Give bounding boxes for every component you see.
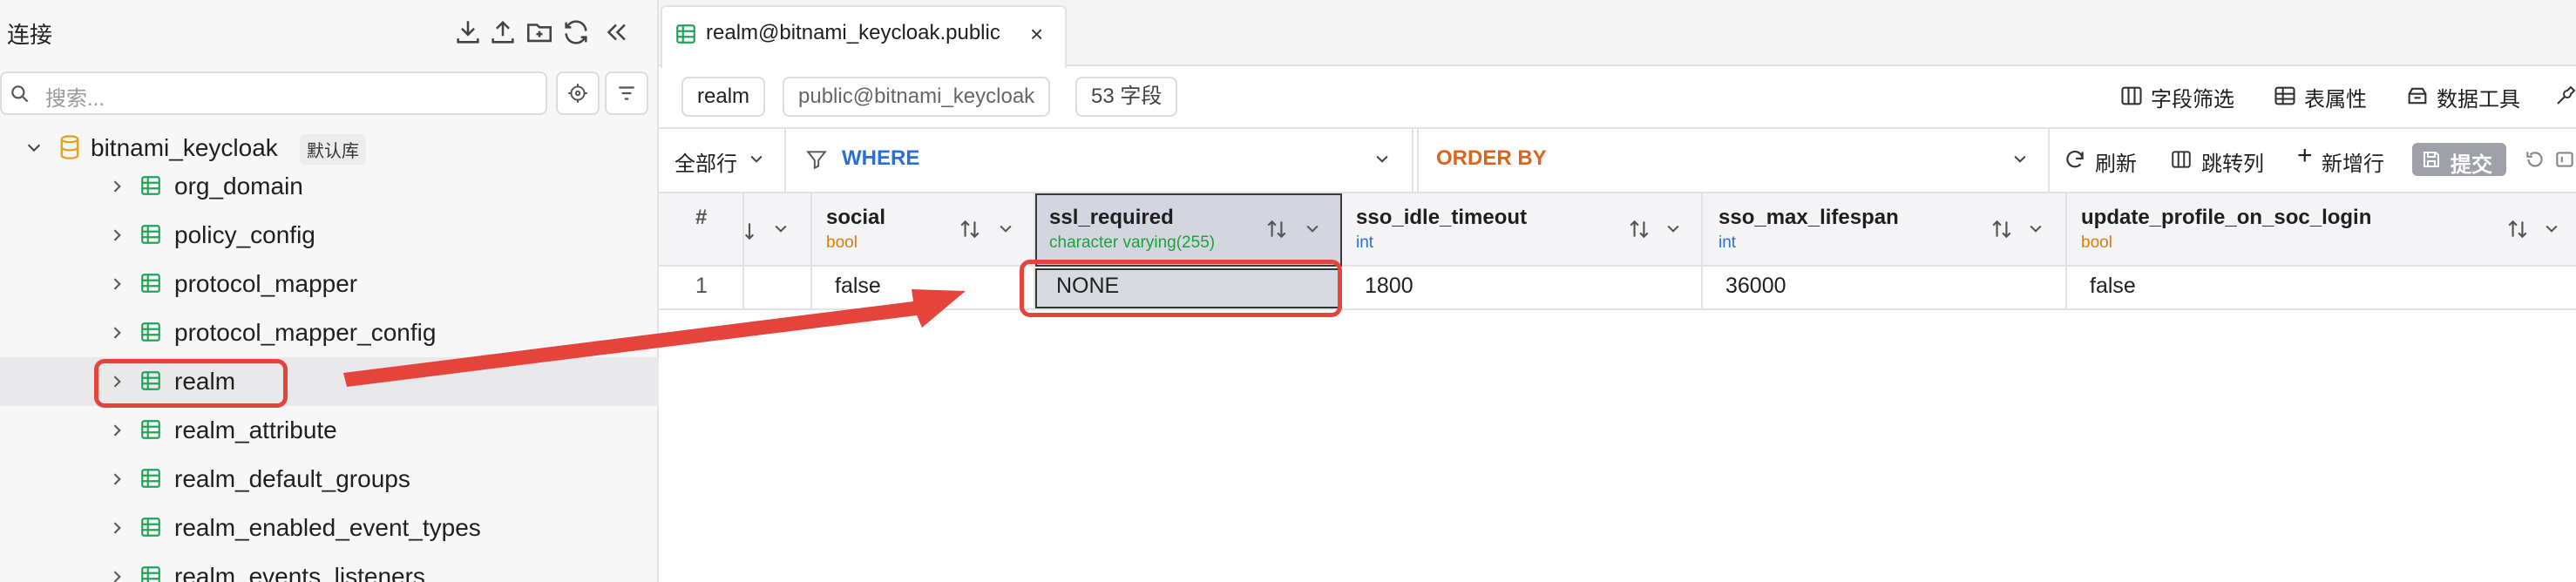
annotation-arrow	[343, 289, 966, 387]
